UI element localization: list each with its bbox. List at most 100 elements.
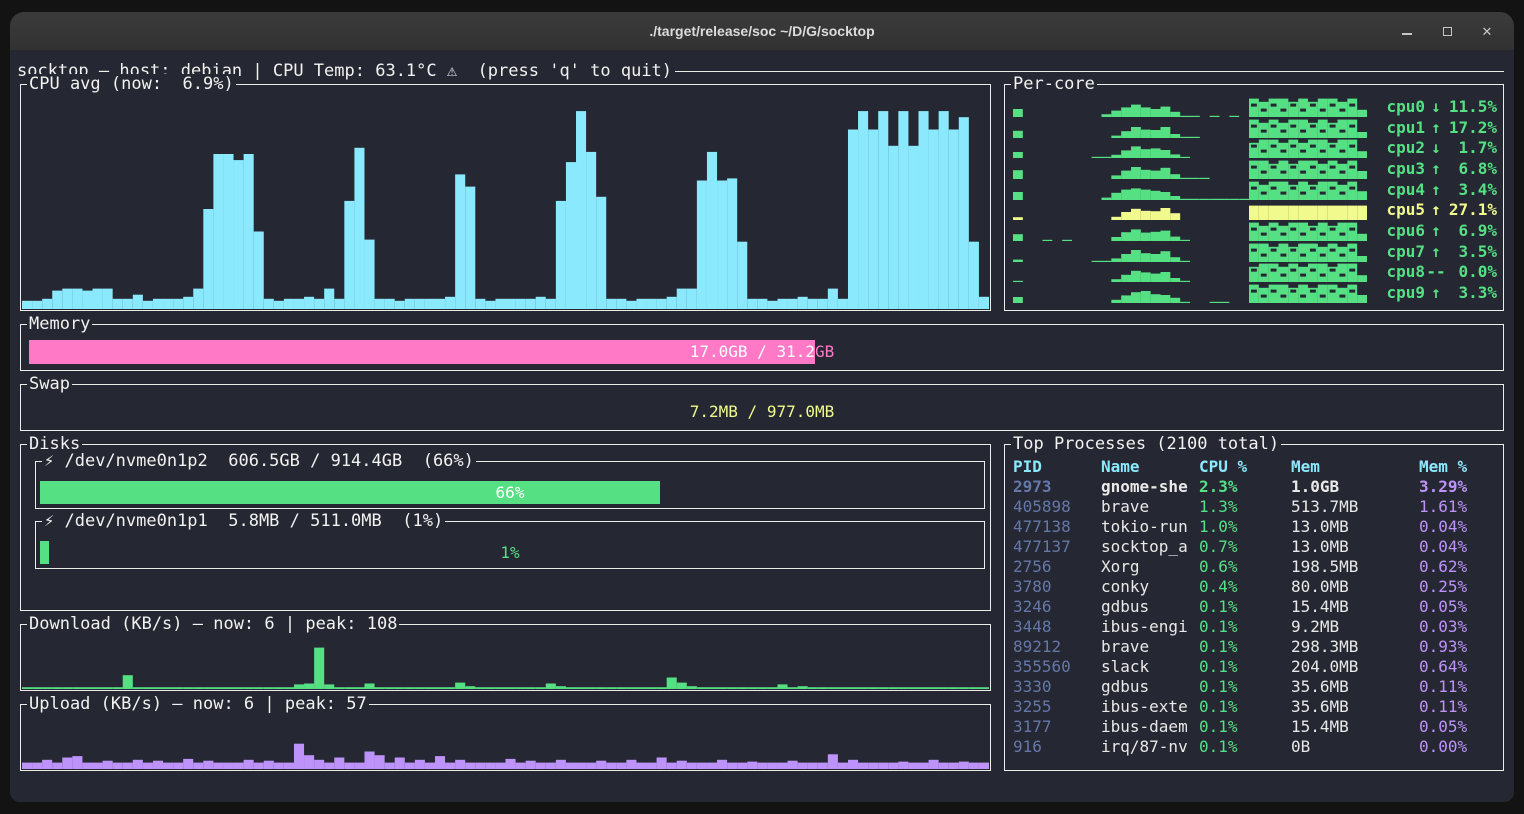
- per-core-rows: cpu0↓11.5%cpu1↑17.2%cpu2↓1.7%cpu3↑6.8%cp…: [1013, 97, 1497, 303]
- per-core-label: cpu9↑3.3%: [1386, 283, 1497, 303]
- trend-icon: ↑: [1425, 221, 1447, 241]
- process-cell: 1.61%: [1419, 497, 1495, 517]
- column-header: Mem: [1291, 457, 1419, 477]
- column-header: Name: [1101, 457, 1199, 477]
- per-core-row: cpu9↑3.3%: [1013, 283, 1497, 303]
- process-cell: 0.00%: [1419, 737, 1495, 757]
- process-cell: 916: [1013, 737, 1101, 757]
- process-cell: 198.5MB: [1291, 557, 1419, 577]
- process-cell: conky: [1101, 577, 1199, 597]
- process-row: 3177ibus-daem0.1%15.4MB0.05%: [1009, 717, 1499, 737]
- disk-usage-gauge: 66%66%: [40, 481, 980, 504]
- process-cell: ibus-exte: [1101, 697, 1199, 717]
- cpu-avg-chart: [22, 105, 989, 309]
- trend-icon: ↑: [1425, 242, 1447, 262]
- upload-title: Upload (KB/s) — now: 6 | peak: 57: [27, 694, 369, 714]
- disk-subpanel: ⚡ /dev/nvme0n1p2 606.5GB / 914.4GB (66%)…: [35, 461, 985, 509]
- per-core-row: cpu5↑27.1%: [1013, 200, 1497, 220]
- close-icon: ✕: [1482, 25, 1493, 38]
- maximize-icon: [1443, 27, 1452, 36]
- process-cell: 0.05%: [1419, 597, 1495, 617]
- top-processes-title: Top Processes (2100 total): [1011, 434, 1281, 454]
- process-cell: tokio-run: [1101, 517, 1199, 537]
- per-core-sparkline: [1013, 180, 1367, 200]
- app-header: socktop — host: debian | CPU Temp: 63.1°…: [17, 61, 1504, 81]
- process-cell: 513.7MB: [1291, 497, 1419, 517]
- process-cell: 1.0%: [1199, 517, 1291, 537]
- process-cell: slack: [1101, 657, 1199, 677]
- process-row: 477138tokio-run1.0%13.0MB0.04%: [1009, 517, 1499, 537]
- process-cell: 0.1%: [1199, 617, 1291, 637]
- terminal-content: socktop — host: debian | CPU Temp: 63.1°…: [10, 50, 1514, 802]
- cpu-avg-title: CPU avg (now: 6.9%): [27, 74, 236, 94]
- process-row: 2973gnome-she2.3%1.0GB3.29%: [1009, 477, 1499, 497]
- process-cell: 3177: [1013, 717, 1101, 737]
- per-core-sparkline: [1013, 283, 1367, 303]
- per-core-row: cpu2↓1.7%: [1013, 138, 1497, 158]
- download-panel: Download (KB/s) — now: 6 | peak: 108: [20, 624, 991, 691]
- window-title: ./target/release/soc ~/D/G/socktop: [649, 23, 874, 39]
- per-core-row: cpu8--0.0%: [1013, 262, 1497, 282]
- process-cell: 9.2MB: [1291, 617, 1419, 637]
- swap-title: Swap: [27, 374, 72, 394]
- process-cell: gdbus: [1101, 597, 1199, 617]
- memory-title: Memory: [27, 314, 92, 334]
- core-usage-value: 0.0%: [1447, 262, 1497, 282]
- minimize-button[interactable]: [1394, 18, 1420, 44]
- per-core-label: cpu5↑27.1%: [1386, 200, 1497, 220]
- process-cell: 0.11%: [1419, 677, 1495, 697]
- disk-subpanel-title: ⚡ /dev/nvme0n1p1 5.8MB / 511.0MB (1%): [42, 511, 445, 531]
- process-cell: 13.0MB: [1291, 537, 1419, 557]
- core-name: cpu1: [1386, 118, 1425, 138]
- minimize-icon: [1402, 33, 1412, 35]
- core-usage-value: 27.1%: [1447, 200, 1497, 220]
- core-name: cpu8: [1386, 262, 1425, 282]
- per-core-row: cpu4↑3.4%: [1013, 180, 1497, 200]
- process-cell: 0.1%: [1199, 657, 1291, 677]
- process-cell: 0.6%: [1199, 557, 1291, 577]
- column-header: PID: [1013, 457, 1101, 477]
- process-cell: ibus-daem: [1101, 717, 1199, 737]
- maximize-button[interactable]: [1434, 18, 1460, 44]
- process-cell: 1.3%: [1199, 497, 1291, 517]
- per-core-panel: Per-core cpu0↓11.5%cpu1↑17.2%cpu2↓1.7%cp…: [1004, 84, 1504, 311]
- upload-panel: Upload (KB/s) — now: 6 | peak: 57: [20, 704, 991, 771]
- core-usage-value: 17.2%: [1447, 118, 1497, 138]
- top-processes-panel: Top Processes (2100 total) PIDNameCPU %M…: [1004, 444, 1504, 771]
- process-cell: 3780: [1013, 577, 1101, 597]
- process-rows: 2973gnome-she2.3%1.0GB3.29%405898brave1.…: [1009, 477, 1499, 757]
- process-cell: 0.4%: [1199, 577, 1291, 597]
- swap-panel: Swap 7.2MB / 977.0MB7.2MB / 977.0MB: [20, 384, 1504, 431]
- per-core-sparkline: [1013, 138, 1367, 158]
- disk-subpanel: ⚡ /dev/nvme0n1p1 5.8MB / 511.0MB (1%)1%1…: [35, 521, 985, 569]
- per-core-row: cpu0↓11.5%: [1013, 97, 1497, 117]
- process-cell: 0.05%: [1419, 717, 1495, 737]
- process-cell: 298.3MB: [1291, 637, 1419, 657]
- process-cell: 35.6MB: [1291, 697, 1419, 717]
- process-cell: 0.7%: [1199, 537, 1291, 557]
- process-cell: 2.3%: [1199, 477, 1291, 497]
- process-cell: 0.64%: [1419, 657, 1495, 677]
- process-cell: 0.93%: [1419, 637, 1495, 657]
- process-cell: 0.03%: [1419, 617, 1495, 637]
- close-button[interactable]: ✕: [1474, 18, 1500, 44]
- process-cell: 3.29%: [1419, 477, 1495, 497]
- process-row: 3780conky0.4%80.0MB0.25%: [1009, 577, 1499, 597]
- titlebar: ./target/release/soc ~/D/G/socktop ✕: [10, 12, 1514, 50]
- per-core-sparkline: [1013, 262, 1367, 282]
- process-cell: gnome-she: [1101, 477, 1199, 497]
- process-cell: irq/87-nv: [1101, 737, 1199, 757]
- process-row: 477137socktop_a0.7%13.0MB0.04%: [1009, 537, 1499, 557]
- process-cell: 35.6MB: [1291, 677, 1419, 697]
- trend-icon: ↑: [1425, 118, 1447, 138]
- per-core-label: cpu8--0.0%: [1386, 262, 1497, 282]
- download-title: Download (KB/s) — now: 6 | peak: 108: [27, 614, 399, 634]
- trend-icon: ↑: [1425, 283, 1447, 303]
- process-table: PIDNameCPU %MemMem % 2973gnome-she2.3%1.…: [1009, 457, 1499, 757]
- process-cell: 3448: [1013, 617, 1101, 637]
- process-cell: 3330: [1013, 677, 1101, 697]
- process-cell: 204.0MB: [1291, 657, 1419, 677]
- per-core-label: cpu6↑6.9%: [1386, 221, 1497, 241]
- trend-icon: ↑: [1425, 159, 1447, 179]
- trend-icon: ↓: [1425, 97, 1447, 117]
